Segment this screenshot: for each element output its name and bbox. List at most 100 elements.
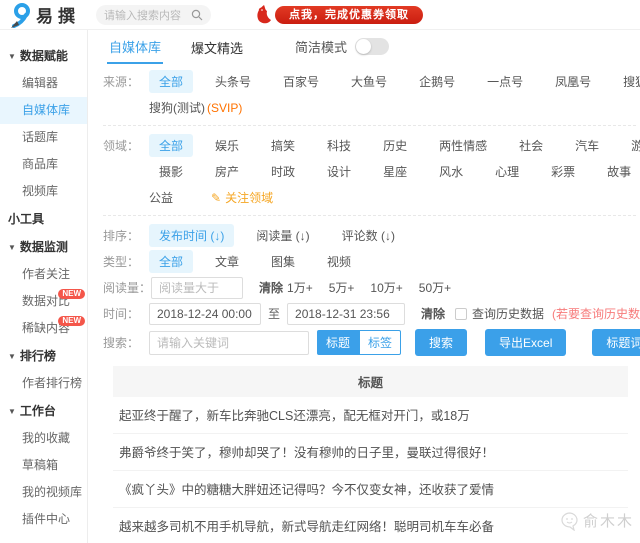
filter-chip[interactable]: 全部 xyxy=(149,70,194,93)
read-quick-option[interactable]: 5万+ xyxy=(329,281,355,295)
table-row[interactable]: 起亚终于醒了，新车比奔驰CLS还漂亮，配无框对开门，或18万 xyxy=(113,397,628,434)
sidebar-section-data-monitor[interactable]: ▼ 数据监测 xyxy=(0,233,87,261)
sort-chip[interactable]: 评论数 (↓) xyxy=(332,224,405,247)
filter-chip[interactable]: 头条号 xyxy=(205,70,261,93)
filter-chip[interactable]: 娱乐 xyxy=(205,134,249,157)
filter-chip[interactable]: 心理 xyxy=(485,160,529,183)
filter-chip[interactable]: 百家号 xyxy=(273,70,329,93)
simple-mode-toggle[interactable] xyxy=(355,38,390,55)
filter-chip-sogou[interactable]: 搜狗(测试) (SVIP) xyxy=(149,96,252,119)
logo[interactable]: 易撰 xyxy=(8,2,80,28)
sidebar-section-tools[interactable]: 小工具 xyxy=(0,205,87,233)
sidebar-item-data-compare[interactable]: 数据对比 NEW xyxy=(0,288,87,315)
follow-field-link[interactable]: ✎ 关注领域 xyxy=(211,189,273,206)
divider xyxy=(103,215,636,216)
sidebar-item-author-ranking[interactable]: 作者排行榜 xyxy=(0,370,87,397)
read-quick-option[interactable]: 50万+ xyxy=(419,281,451,295)
section-title: 工作台 xyxy=(19,404,56,418)
type-chip[interactable]: 视频 xyxy=(317,250,361,273)
time-to-input[interactable] xyxy=(287,302,406,325)
sidebar-item-topic-library[interactable]: 话题库 xyxy=(0,124,87,151)
filter-chip[interactable]: 风水 xyxy=(429,160,473,183)
filter-chip[interactable]: 故事 xyxy=(597,160,640,183)
filter-chip[interactable]: 科技 xyxy=(317,134,361,157)
sidebar-item-my-videos[interactable]: 我的视频库 xyxy=(0,479,87,506)
sort-label: 排序： xyxy=(103,229,140,243)
watermark-face-icon xyxy=(561,511,578,531)
filter-chip[interactable]: 游戏 xyxy=(621,134,640,157)
filter-chip[interactable]: 公益 xyxy=(149,186,183,209)
type-chip[interactable]: 全部 xyxy=(149,250,194,273)
filter-chip[interactable]: 两性情感 xyxy=(429,134,497,157)
table-body: 起亚终于醒了，新车比奔驰CLS还漂亮，配无框对开门，或18万 弗爵爷终于笑了，穆帅… xyxy=(113,397,628,543)
sidebar-section-workbench[interactable]: ▼ 工作台 xyxy=(0,397,87,425)
filter-chip[interactable]: 摄影 xyxy=(149,160,193,183)
keyword-input[interactable] xyxy=(149,330,309,355)
read-clear-link[interactable]: 清除 xyxy=(259,279,283,296)
time-from-input[interactable] xyxy=(149,302,261,325)
source-chip-list: 全部头条号百家号大鱼号企鹅号一点号凤凰号搜狐号网易号趣头条东方号 xyxy=(149,70,640,93)
edit-pencil-icon: ✎ xyxy=(211,191,222,205)
filter-chip[interactable]: 彩票 xyxy=(541,160,585,183)
tab-hot-articles[interactable]: 爆文精选 xyxy=(189,30,245,63)
mode-tag-button[interactable]: 标签 xyxy=(359,330,402,355)
sidebar-item-video-library[interactable]: 视频库 xyxy=(0,178,87,205)
coupon-banner[interactable]: 点我，完成优惠券领取 xyxy=(253,3,423,27)
header-search-input[interactable]: 请输入搜索内容 xyxy=(96,4,211,25)
sidebar-item-media-library[interactable]: 自媒体库 xyxy=(0,97,87,124)
read-quick-option[interactable]: 1万+ xyxy=(287,281,313,295)
filter-chip[interactable]: 全部 xyxy=(149,134,194,157)
top-header: 易撰 请输入搜索内容 点我，完成优惠券领取 xyxy=(0,0,640,30)
filter-chip[interactable]: 凤凰号 xyxy=(545,70,601,93)
simple-mode-label: 简洁模式 xyxy=(295,40,348,55)
export-excel-button[interactable]: 导出Excel xyxy=(485,329,567,356)
header-search-placeholder: 请输入搜索内容 xyxy=(104,9,181,22)
filter-chip[interactable]: 汽车 xyxy=(565,134,609,157)
sidebar-section-data-empower[interactable]: ▼ 数据赋能 xyxy=(0,42,87,70)
filter-chip[interactable]: 历史 xyxy=(373,134,417,157)
simple-mode-wrap: 简洁模式 xyxy=(295,37,390,56)
filter-chip[interactable]: 搞笑 xyxy=(261,134,305,157)
filter-chip[interactable]: 搜狐号 xyxy=(613,70,640,93)
sidebar-item-drafts[interactable]: 草稿箱 xyxy=(0,452,87,479)
read-quick-option[interactable]: 10万+ xyxy=(370,281,402,295)
filter-chip[interactable]: 企鹅号 xyxy=(409,70,465,93)
table-row[interactable]: 弗爵爷终于笑了，穆帅却哭了！没有穆帅的日子里，曼联过得很好！ xyxy=(113,434,628,471)
filter-chip[interactable]: 设计 xyxy=(317,160,361,183)
tab-media-library[interactable]: 自媒体库 xyxy=(107,30,164,64)
type-chip[interactable]: 文章 xyxy=(205,250,249,273)
chevron-down-icon: ▼ xyxy=(8,352,16,361)
filter-chip[interactable]: 星座 xyxy=(373,160,417,183)
table-row[interactable]: 越来越多司机不用手机导航，新式导航走红网络！聪明司机车车必备 xyxy=(113,508,628,543)
sort-chip[interactable]: 阅读量 (↓) xyxy=(246,224,319,247)
watermark-text: 俞木木 xyxy=(582,513,634,530)
filter-chip[interactable]: 社会 xyxy=(509,134,553,157)
sort-chip[interactable]: 发布时间 (↓) xyxy=(149,224,235,247)
filter-chip[interactable]: 房产 xyxy=(205,160,249,183)
search-button[interactable]: 搜索 xyxy=(415,329,468,356)
sidebar-item-my-favorites[interactable]: 我的收藏 xyxy=(0,425,87,452)
sidebar-item-author-follow[interactable]: 作者关注 xyxy=(0,261,87,288)
filter-chip[interactable]: 时政 xyxy=(261,160,305,183)
history-note: (若要查询历史数 xyxy=(552,307,640,321)
tab-bar: 自媒体库 爆文精选 简洁模式 xyxy=(103,30,640,64)
sidebar-item-scarce-content[interactable]: 稀缺内容 NEW xyxy=(0,315,87,342)
table-row[interactable]: 《疯丫头》中的糖糖大胖妞还记得吗？今不仅变女神，还收获了爱情 xyxy=(113,471,628,508)
sidebar-item-plugin-center[interactable]: 插件中心 xyxy=(0,506,87,533)
sidebar-item-product-library[interactable]: 商品库 xyxy=(0,151,87,178)
svip-tag: (SVIP) xyxy=(207,101,243,115)
type-chip[interactable]: 图集 xyxy=(261,250,305,273)
filter-chip[interactable]: 一点号 xyxy=(477,70,533,93)
sidebar-section-ranking[interactable]: ▼ 排行榜 xyxy=(0,342,87,370)
history-checkbox[interactable] xyxy=(454,307,467,320)
chevron-down-icon: ▼ xyxy=(8,243,16,252)
time-clear-link[interactable]: 清除 xyxy=(421,305,445,322)
sort-filter-row: 排序： 发布时间 (↓) 阅读量 (↓) 评论数 (↓) xyxy=(103,223,640,248)
read-threshold-input[interactable] xyxy=(151,276,244,299)
wordfreq-button[interactable]: 标题词频统计 xyxy=(592,329,640,356)
mode-title-button[interactable]: 标题 xyxy=(317,330,360,355)
read-quick-list: 1万+ 5万+ 10万+ 50万+ xyxy=(287,279,467,296)
sidebar-item-editor[interactable]: 编辑器 xyxy=(0,70,87,97)
section-title: 数据赋能 xyxy=(19,49,68,63)
filter-chip[interactable]: 大鱼号 xyxy=(341,70,397,93)
